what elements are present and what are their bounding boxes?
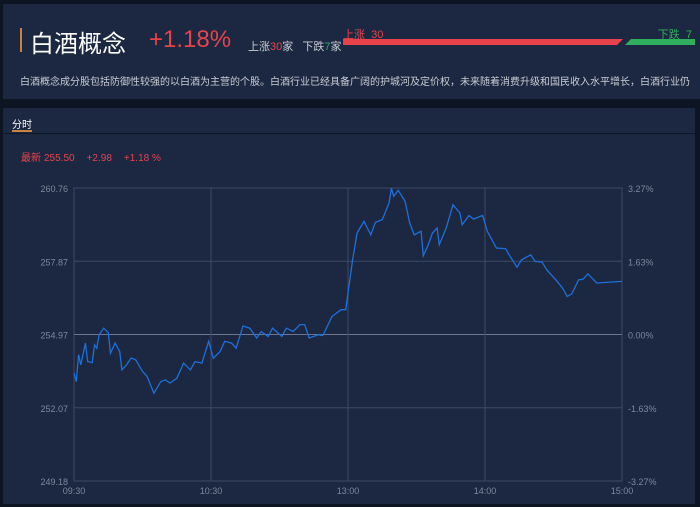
y-tick-label-right: 3.27% [628,184,654,194]
y-tick-label: 252.07 [40,404,68,414]
y-tick-label: 260.76 [40,184,68,194]
y-tick-label-right: -1.63% [628,404,657,414]
intraday-chart: 260.76 3.27% 257.87 1.63% 254.97 0.00% 252.07 -… [40,184,657,496]
x-tick-label: 14:00 [474,486,497,496]
y-tick-label: 254.97 [40,331,68,341]
y-tick-label-right: 1.63% [628,257,654,267]
x-tick-label: 10:30 [200,486,223,496]
y-tick-label-right: 0.00% [628,331,654,341]
x-tick-label: 13:00 [337,486,360,496]
x-tick-label: 15:00 [611,486,634,496]
x-tick-label: 09:30 [63,486,86,496]
y-tick-label: 257.87 [40,257,68,267]
